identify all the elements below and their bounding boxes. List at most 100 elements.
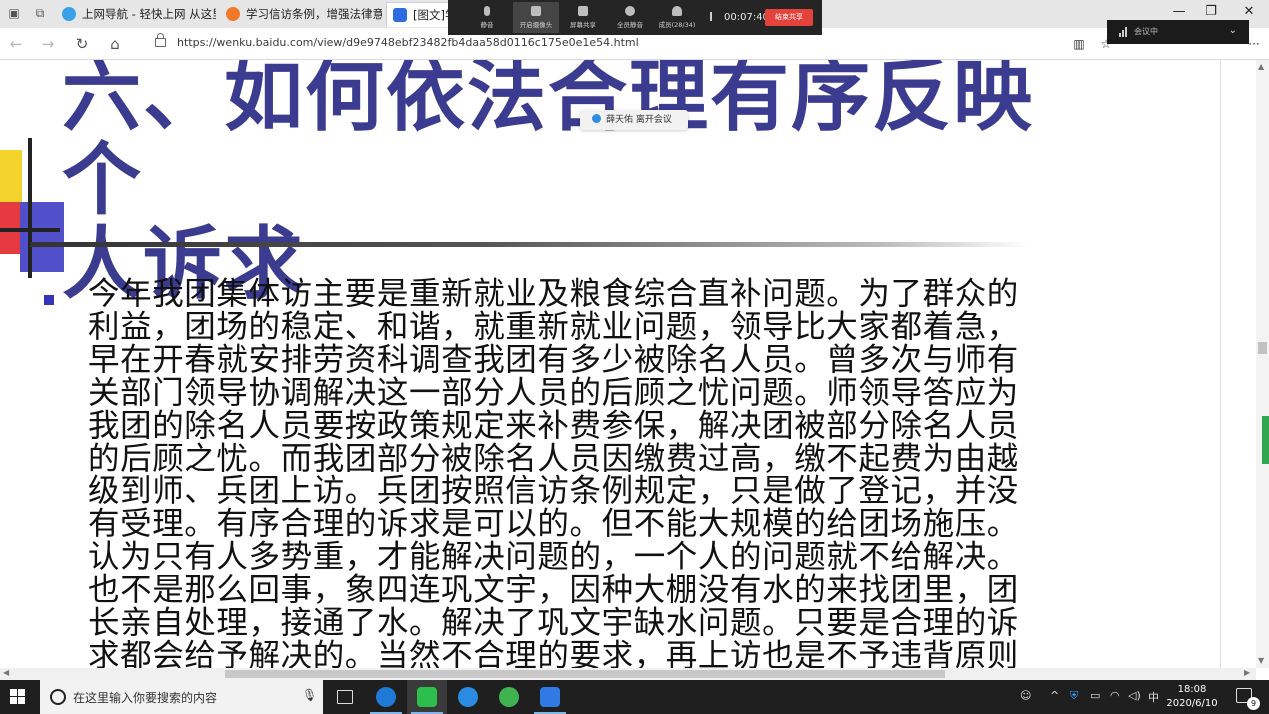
media-player-icon (499, 687, 519, 707)
minimize-icon[interactable]: — (1169, 4, 1189, 19)
document-page: 六、如何依法合理有序反映个 人诉求 今年我团集体访主要是重新就业及粮食综合直补问… (0, 60, 1220, 668)
forward-arrow-icon[interactable]: → (38, 34, 58, 54)
tab-label: 学习信访条例，增强法律意 (246, 7, 382, 21)
info-icon (592, 114, 601, 123)
notification-icon[interactable]: 9 (1236, 688, 1260, 710)
tab-wenku-doc[interactable]: [图文]学 (386, 2, 452, 27)
meeting-status-pill[interactable]: 会议中 ⌄ (1107, 20, 1249, 44)
page-side-margin (1220, 60, 1257, 668)
security-shield-icon[interactable]: ⛨ (1070, 689, 1078, 703)
tray-overflow-chevron-icon[interactable]: ^ (1050, 689, 1059, 702)
wechat-icon (417, 687, 437, 707)
slide-title: 六、如何依法合理有序反映个 人诉求 (62, 60, 1062, 306)
paragraph-line: 我团的除名人员要按政策规定来补费参保，解决团被部分除名人员 (88, 407, 1019, 444)
screen-share-button[interactable]: 屏幕共享 (560, 2, 606, 33)
taskbar-edge[interactable] (366, 680, 406, 714)
site-favicon-icon (62, 7, 76, 21)
lock-icon (155, 33, 166, 47)
microphone-icon[interactable]: 🎙 (302, 688, 317, 702)
windows-start-icon[interactable] (10, 689, 26, 705)
mute-all-button[interactable]: 全员静音 (607, 2, 653, 33)
taskbar-media[interactable] (489, 680, 529, 714)
reading-view-icon[interactable]: ▥ (1070, 35, 1088, 53)
microphone-icon (484, 6, 490, 16)
slide-decoration-blue (20, 202, 64, 272)
slide-decoration-hline (0, 228, 60, 232)
ime-indicator[interactable]: 中 (1148, 689, 1159, 705)
set-aside-tabs-icon[interactable]: ⧉ (32, 5, 48, 21)
refresh-icon[interactable]: ↻ (72, 34, 92, 54)
url-field[interactable]: https://wenku.baidu.com/view/d9e9748ebf2… (145, 32, 975, 54)
paragraph-line: 级到师、兵团上访。兵团按照信访条例规定，只是做了登记，并没 (88, 473, 1019, 510)
meeting-toolbar: 静音 开启摄像头 屏幕共享 全员静音 成员(28/34) 00:07:40 结束… (448, 0, 822, 35)
tab-actions-icon[interactable]: ▣ (6, 5, 22, 21)
scroll-right-icon[interactable]: ▶ (1244, 668, 1250, 677)
volume-icon[interactable]: ◁) (1128, 689, 1141, 702)
paragraph-line: 的后顾之忧。而我团部分被除名人员因缴费过高，缴不起费为由越 (88, 440, 1019, 477)
leave-meeting-toast: 薛天佑 离开会议 (580, 110, 688, 130)
battery-icon[interactable]: ▭ (1090, 689, 1100, 702)
paragraph-line: 利益，团场的稳定、和谐，就重新就业问题，领导比大家都着急， (88, 308, 1019, 345)
timer-text: 00:07:40 (724, 12, 769, 23)
paragraph-line: 有受理。有序合理的诉求是可以的。但不能大规模的给团场施压。 (88, 506, 1019, 543)
paragraph-line: 认为只有人多势重，才能解决问题的，一个人的问题就不给解决。 (88, 539, 1019, 576)
paragraph-line: 今年我团集体访主要是重新就业及粮食综合直补问题。为了群众的 (88, 276, 1019, 312)
close-icon[interactable]: ✕ (1239, 4, 1259, 19)
edge-browser-icon (376, 687, 396, 707)
slide-decoration-vline (28, 138, 32, 278)
end-share-button[interactable]: 结束共享 (765, 9, 813, 26)
mute-all-label: 全员静音 (617, 21, 643, 29)
horizontal-scroll-thumb[interactable] (225, 670, 945, 678)
back-arrow-icon[interactable]: ← (6, 34, 26, 54)
slide-decoration-yellow (0, 150, 22, 202)
members-button[interactable]: 成员(28/34) (654, 2, 700, 33)
meeting-app-icon (540, 687, 560, 707)
signal-icon (710, 12, 719, 21)
cortana-icon (50, 689, 66, 705)
horizontal-scrollbar[interactable]: ◀ ▶ (0, 668, 1256, 680)
taskbar-app-blue[interactable] (448, 680, 488, 714)
vertical-scrollbar[interactable]: ▲ ▼ (1256, 60, 1269, 668)
taskbar-search-box[interactable]: 在这里输入你要搜索的内容 🎙 (40, 680, 323, 714)
people-icon[interactable]: ☺ (1020, 689, 1031, 702)
feishu-icon (458, 687, 478, 707)
side-handle[interactable] (1262, 416, 1269, 464)
baidu-paw-icon (393, 8, 407, 22)
task-view-button[interactable] (325, 680, 365, 714)
paragraph-line: 求都会给予解决的。当然不合理的要求，再上访也是不予违背原则 (88, 637, 1019, 668)
vertical-scroll-thumb[interactable] (1258, 342, 1267, 354)
camera-button[interactable]: 开启摄像头 (513, 2, 559, 33)
home-icon[interactable]: ⌂ (105, 34, 125, 54)
meeting-status-text: 会议中 (1134, 27, 1158, 36)
restore-icon[interactable]: ❐ (1201, 4, 1221, 19)
search-placeholder: 在这里输入你要搜索的内容 (73, 691, 218, 705)
toast-text: 薛天佑 离开会议 (606, 115, 672, 125)
notification-count-badge: 9 (1247, 697, 1260, 710)
title-underline (30, 242, 1030, 247)
taskbar-wechat[interactable] (407, 680, 447, 714)
paragraph-line: 关部门领导协调解决这一部分人员的后顾之忧问题。师领导答应为 (88, 374, 1019, 411)
wifi-icon[interactable]: ◠ (1110, 689, 1120, 702)
url-text: https://wenku.baidu.com/view/d9e9748ebf2… (177, 36, 639, 49)
tab-petition-regulations[interactable]: 学习信访条例，增强法律意 (220, 2, 382, 26)
scroll-left-icon[interactable]: ◀ (3, 668, 9, 677)
scroll-down-icon[interactable]: ▼ (1258, 656, 1264, 665)
members-icon (672, 6, 682, 16)
paragraph-line: 也不是那么回事，象四连巩文宇，因种大棚没有水的来找团里，团 (88, 572, 1019, 609)
bullet-square-icon (44, 295, 54, 305)
tab-label: [图文]学 (413, 8, 451, 22)
chevron-down-icon[interactable]: ⌄ (1229, 19, 1237, 43)
signal-bars-icon (1119, 27, 1129, 37)
meeting-timer: 00:07:40 (710, 11, 769, 23)
taskbar-meeting[interactable] (530, 680, 570, 714)
clock-time: 18:08 (1177, 684, 1207, 695)
mute-button[interactable]: 静音 (464, 2, 510, 33)
tab-label: 上网导航 - 轻快上网 从这里 (82, 7, 216, 21)
camera-label: 开启摄像头 (519, 21, 553, 29)
tab-navigation[interactable]: 上网导航 - 轻快上网 从这里 (56, 2, 216, 26)
scroll-up-icon[interactable]: ▲ (1258, 62, 1264, 71)
paragraph-line: 长亲自处理，接通了水。解决了巩文宇缺水问题。只要是合理的诉 (88, 605, 1019, 642)
mute-label: 静音 (480, 21, 494, 29)
system-clock[interactable]: 18:08 2020/6/10 (1160, 683, 1224, 711)
slide-title-line-1: 六、如何依法合理有序反映个 (62, 60, 1034, 226)
